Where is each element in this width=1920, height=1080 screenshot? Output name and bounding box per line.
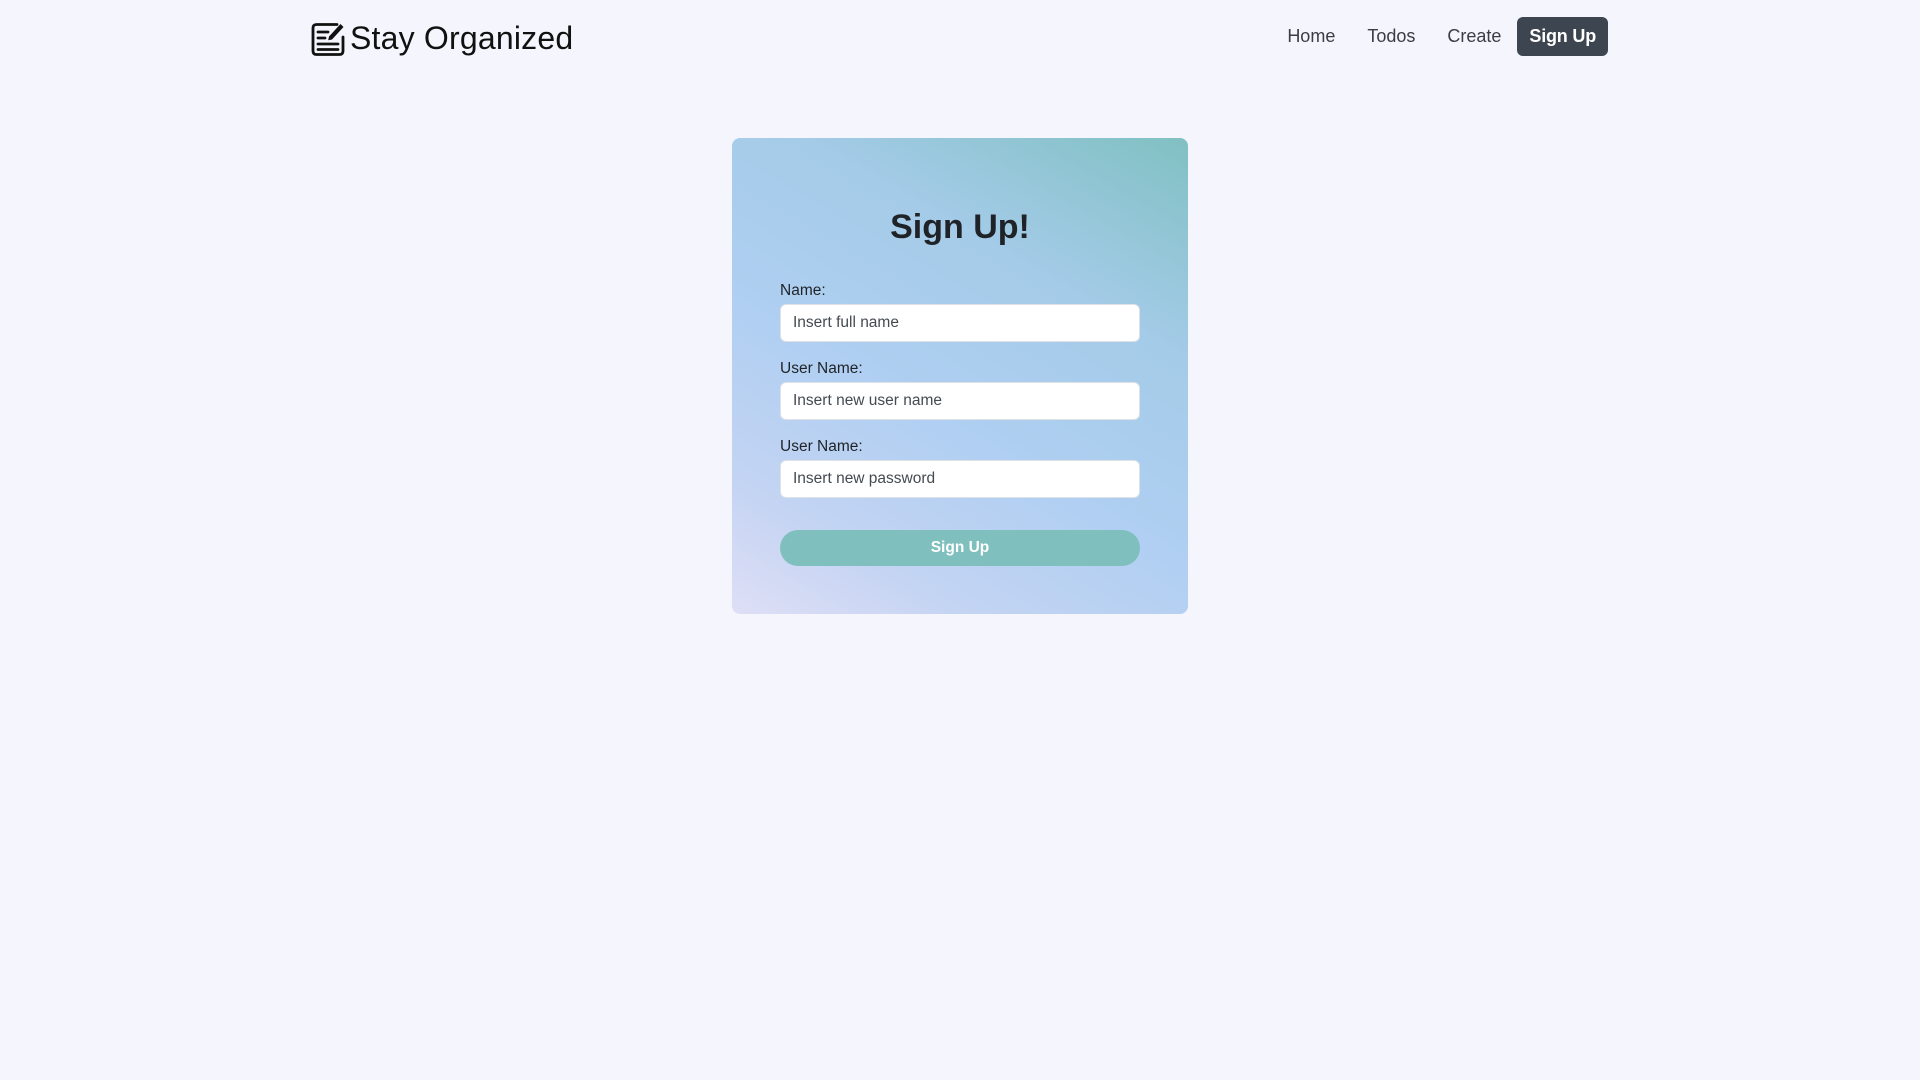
nav-link-home[interactable]: Home <box>1287 26 1335 47</box>
note-edit-icon <box>310 20 346 56</box>
form-title: Sign Up! <box>890 208 1030 246</box>
name-label: Name: <box>780 282 826 299</box>
nav-link-create[interactable]: Create <box>1447 26 1501 47</box>
password-label: User Name: <box>780 438 863 455</box>
top-navbar: Stay Organized Home Todos Create Sign Up <box>0 0 1920 74</box>
nav-link-todos[interactable]: Todos <box>1367 26 1415 47</box>
signup-card: Sign Up! Name: User Name: User Name: Sig… <box>732 138 1188 614</box>
brand-title: Stay Organized <box>350 19 574 56</box>
nav-links: Home Todos Create Sign Up <box>1287 16 1608 56</box>
username-input[interactable] <box>780 382 1140 420</box>
name-input[interactable] <box>780 304 1140 342</box>
nav-signup-button[interactable]: Sign Up <box>1517 16 1608 56</box>
signup-submit-button[interactable]: Sign Up <box>780 530 1140 566</box>
username-label: User Name: <box>780 360 863 377</box>
password-input[interactable] <box>780 460 1140 498</box>
brand-logo-link[interactable]: Stay Organized <box>310 16 573 60</box>
